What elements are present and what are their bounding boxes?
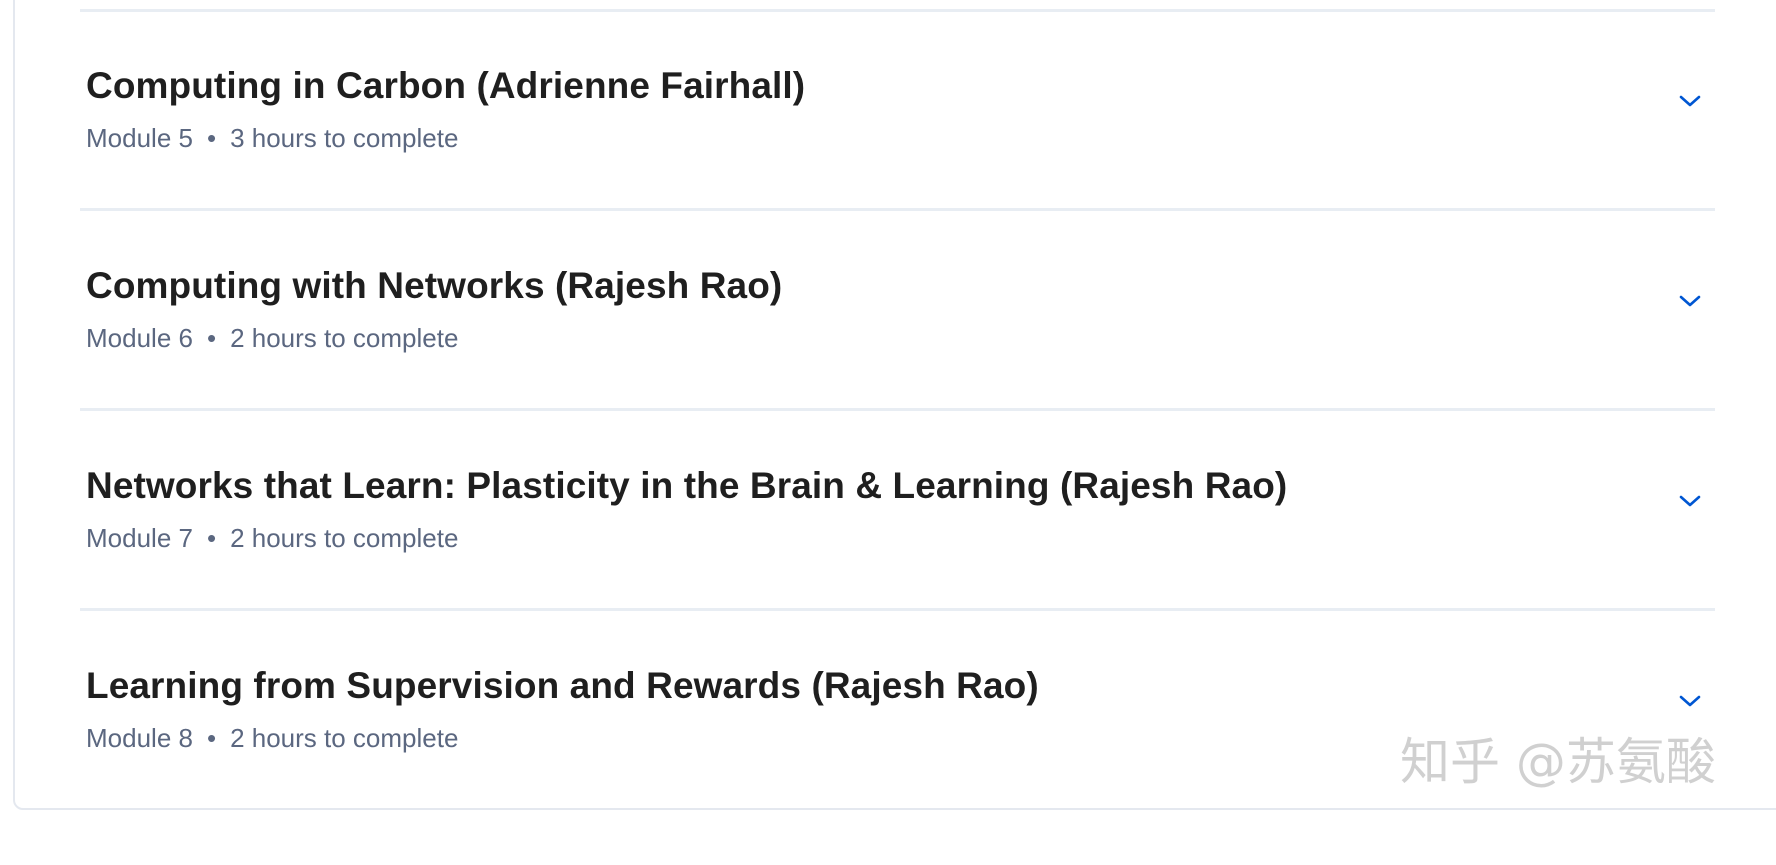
module-duration: 2 hours to complete — [230, 723, 459, 753]
module-title[interactable]: Computing in Carbon (Adrienne Fairhall) — [86, 65, 805, 107]
module-item-5[interactable]: Computing in Carbon (Adrienne Fairhall) … — [80, 65, 1715, 265]
chevron-down-icon[interactable] — [1677, 492, 1703, 510]
module-title[interactable]: Computing with Networks (Rajesh Rao) — [86, 265, 782, 307]
divider — [80, 9, 1715, 12]
module-number: Module 5 — [86, 123, 193, 153]
module-meta: Module 8 • 2 hours to complete — [86, 723, 458, 754]
chevron-down-icon[interactable] — [1677, 92, 1703, 110]
divider — [80, 408, 1715, 411]
module-number: Module 7 — [86, 523, 193, 553]
chevron-down-icon[interactable] — [1677, 692, 1703, 710]
module-duration: 3 hours to complete — [230, 123, 459, 153]
separator-dot: • — [206, 723, 217, 753]
module-duration: 2 hours to complete — [230, 523, 459, 553]
separator-dot: • — [206, 323, 217, 353]
watermark: 知乎 @苏氨酸 — [1400, 733, 1716, 791]
module-item-6[interactable]: Computing with Networks (Rajesh Rao) Mod… — [80, 265, 1715, 465]
chevron-down-icon[interactable] — [1677, 292, 1703, 310]
module-meta: Module 6 • 2 hours to complete — [86, 323, 458, 354]
module-duration: 2 hours to complete — [230, 323, 459, 353]
module-meta: Module 5 • 3 hours to complete — [86, 123, 458, 154]
module-title[interactable]: Networks that Learn: Plasticity in the B… — [86, 465, 1287, 507]
module-item-7[interactable]: Networks that Learn: Plasticity in the B… — [80, 465, 1715, 665]
divider — [80, 208, 1715, 211]
module-number: Module 6 — [86, 323, 193, 353]
separator-dot: • — [206, 123, 217, 153]
separator-dot: • — [206, 523, 217, 553]
module-number: Module 8 — [86, 723, 193, 753]
module-title[interactable]: Learning from Supervision and Rewards (R… — [86, 665, 1039, 707]
module-meta: Module 7 • 2 hours to complete — [86, 523, 458, 554]
divider — [80, 608, 1715, 611]
